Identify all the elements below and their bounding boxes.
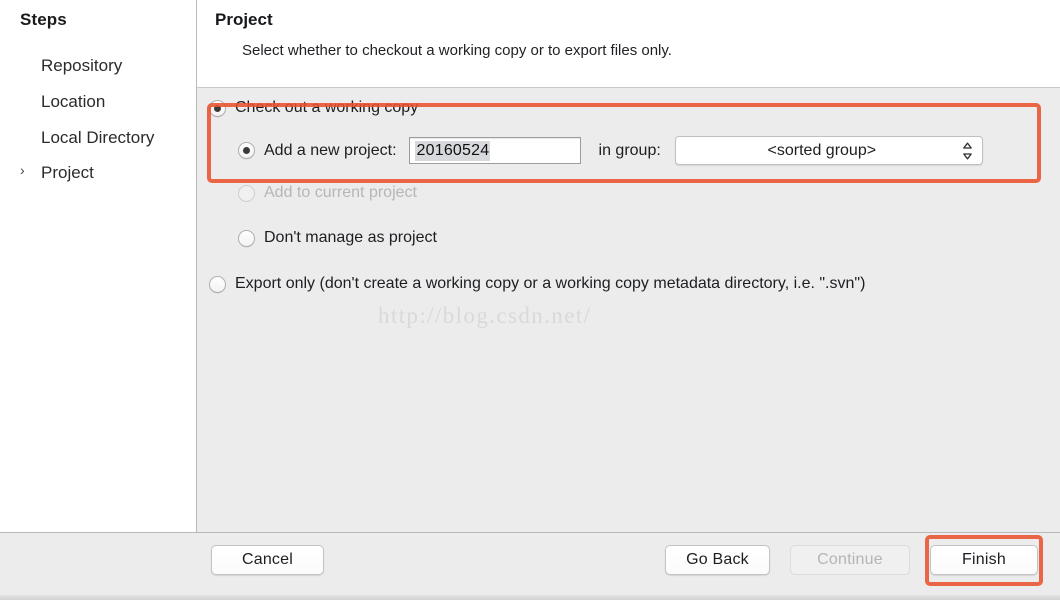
chevron-right-icon: › — [20, 162, 25, 178]
radio-row-dont-manage-as-project[interactable]: Don't manage as project — [238, 229, 437, 247]
group-select[interactable]: <sorted group> — [674, 136, 983, 165]
radio-row-checkout-working-copy[interactable]: Check out a working copy — [209, 99, 418, 117]
project-name-input-value: 20160524 — [414, 140, 491, 161]
sidebar-item-label: Repository — [41, 56, 123, 75]
radio-checkout-working-copy[interactable] — [209, 99, 226, 117]
project-name-input[interactable]: 20160524 — [408, 137, 581, 164]
cancel-button[interactable]: Cancel — [211, 545, 324, 575]
chevron-up-down-icon — [962, 141, 973, 161]
page-subtitle: Select whether to checkout a working cop… — [242, 42, 672, 59]
radio-export-only[interactable] — [209, 275, 226, 293]
radio-row-export-only[interactable]: Export only (don't create a working copy… — [209, 275, 865, 293]
radio-label-add-to-current-project: Add to current project — [264, 184, 417, 201]
watermark-text: http://blog.csdn.net/ — [378, 303, 592, 328]
dialog-footer: Cancel Go Back Continue Finish — [0, 534, 1060, 600]
radio-dont-manage-as-project[interactable] — [238, 229, 255, 247]
radio-label-add-new-project: Add a new project: — [264, 141, 397, 159]
page-header: Project Select whether to checkout a wor… — [197, 0, 1060, 88]
sidebar-item-label: Location — [41, 92, 106, 111]
steps-heading: Steps — [20, 10, 67, 29]
sidebar-item-local-directory[interactable]: Local Directory — [20, 128, 190, 154]
footer-bottom-edge — [0, 595, 1060, 600]
radio-label-dont-manage-as-project: Don't manage as project — [264, 229, 437, 246]
radio-label-checkout-working-copy: Check out a working copy — [235, 99, 419, 116]
options-group: Check out a working copy Add a new proje… — [197, 89, 1060, 533]
group-select-value: <sorted group> — [767, 141, 877, 159]
sidebar-item-project[interactable]: › Project — [20, 162, 190, 189]
checkout-project-dialog: Steps Repository Location Local Director… — [0, 0, 1060, 600]
radio-add-new-project[interactable] — [238, 142, 255, 159]
sidebar-item-label: Project — [41, 163, 94, 182]
main-panel: Project Select whether to checkout a wor… — [197, 0, 1060, 533]
radio-label-export-only: Export only (don't create a working copy… — [235, 275, 866, 292]
continue-button: Continue — [790, 545, 910, 575]
page-title: Project — [215, 10, 273, 29]
radio-row-add-to-current-project: Add to current project — [238, 184, 417, 202]
sidebar-item-repository[interactable]: Repository — [20, 56, 190, 82]
sidebar-item-label: Local Directory — [41, 128, 155, 147]
steps-sidebar: Steps Repository Location Local Director… — [0, 0, 197, 533]
sidebar-item-location[interactable]: Location — [20, 92, 190, 118]
radio-add-to-current-project — [238, 184, 255, 202]
radio-row-add-new-project[interactable]: Add a new project: 20160524 in group: <s… — [238, 136, 983, 165]
in-group-label: in group: — [598, 141, 661, 159]
go-back-button[interactable]: Go Back — [665, 545, 770, 575]
finish-button[interactable]: Finish — [930, 545, 1038, 575]
